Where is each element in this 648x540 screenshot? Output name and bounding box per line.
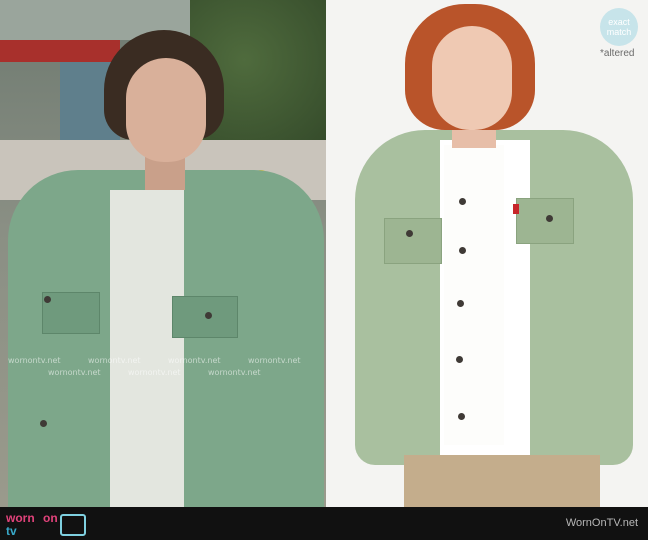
red-tab-label (513, 204, 519, 214)
product-button (406, 230, 413, 237)
tv-icon (60, 514, 86, 536)
badge-line-2: match (606, 27, 632, 37)
exact-match-badge: exact match (600, 8, 638, 46)
khaki-pants (404, 455, 600, 507)
product-button (546, 215, 553, 222)
watermark-text: wornontv.net (8, 356, 61, 365)
wornontv-logo[interactable]: worn on tv (6, 511, 86, 538)
site-url-link[interactable]: WornOnTV.net (566, 517, 638, 529)
watermark-text: wornontv.net (208, 368, 261, 377)
background-red-sign (0, 40, 120, 62)
jacket-button (40, 420, 47, 427)
jacket-button (44, 296, 51, 303)
product-pocket-right (516, 198, 574, 244)
logo-word-tv: tv (6, 524, 17, 538)
tv-scene-photo: wornontv.net wornontv.net wornontv.net w… (0, 0, 326, 507)
logo-word-worn: worn (6, 511, 35, 525)
model-face (432, 26, 512, 130)
product-button (457, 300, 464, 307)
footer-bar: worn on tv WornOnTV.net (0, 507, 648, 540)
watermark-text: wornontv.net (88, 356, 141, 365)
white-tee-front (110, 190, 184, 507)
product-button (456, 356, 463, 363)
altered-note: *altered (600, 48, 635, 59)
watermark-text: wornontv.net (128, 368, 181, 377)
watermark-text: wornontv.net (248, 356, 301, 365)
product-button (459, 198, 466, 205)
product-button (458, 413, 465, 420)
product-pocket-left (384, 218, 442, 264)
logo-word-on: on (43, 511, 58, 525)
watermark-text: wornontv.net (48, 368, 101, 377)
badge-line-1: exact (608, 17, 630, 27)
jacket-button (205, 312, 212, 319)
actor-face (126, 58, 206, 162)
jacket-opening (444, 145, 504, 445)
product-button (459, 247, 466, 254)
watermark-text: wornontv.net (168, 356, 221, 365)
